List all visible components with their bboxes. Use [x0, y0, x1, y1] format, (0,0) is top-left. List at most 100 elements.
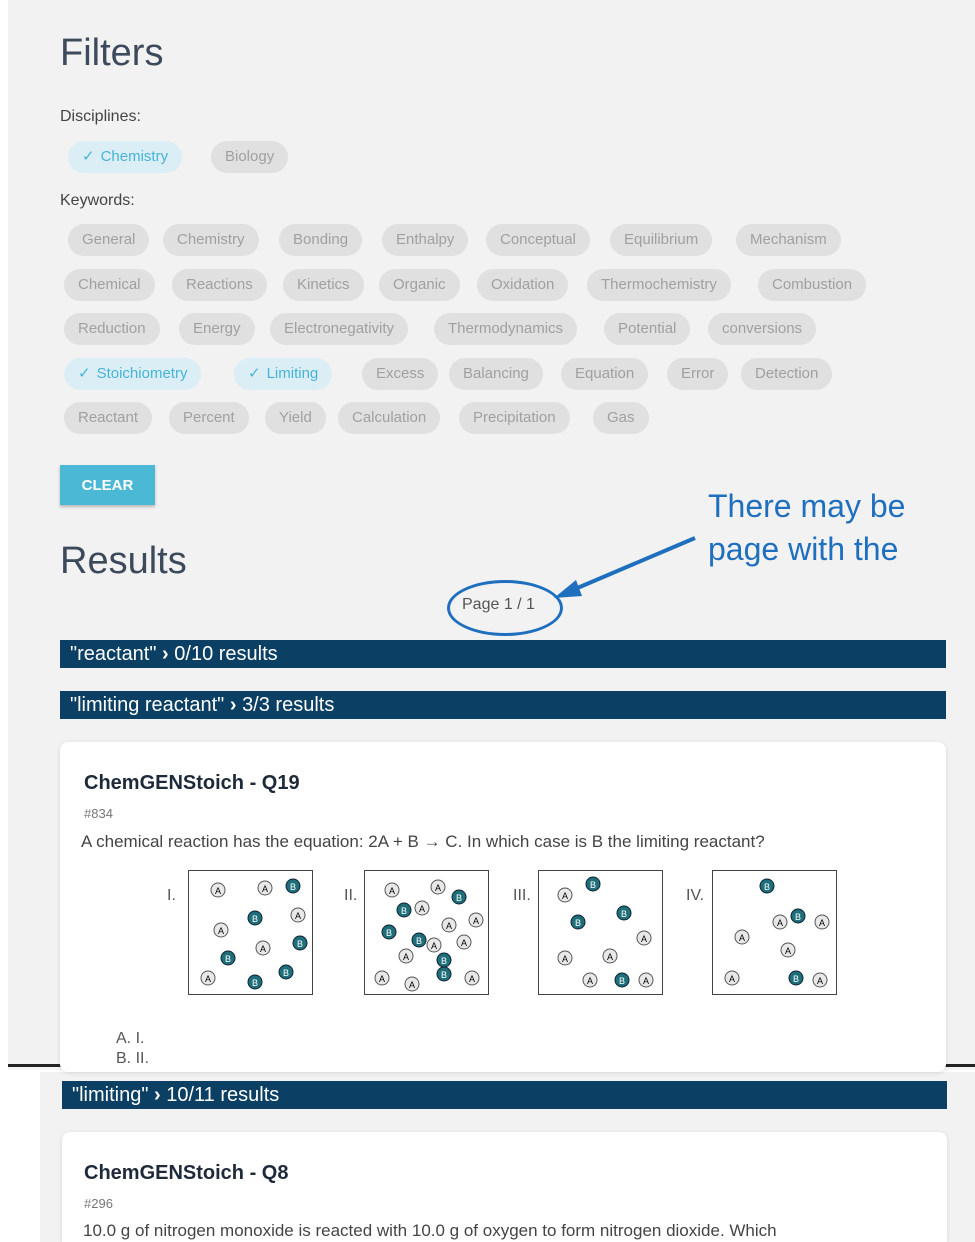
annotation-text: There may be page with the [708, 488, 906, 567]
svg-text:A: A [643, 976, 649, 986]
svg-text:A: A [819, 918, 825, 928]
svg-text:A: A [435, 883, 441, 893]
svg-text:A: A [409, 980, 415, 990]
keyword-chip-energy[interactable]: Energy [179, 313, 255, 345]
discipline-chip-chemistry[interactable]: ✓ Chemistry [68, 141, 183, 173]
svg-text:A: A [739, 933, 745, 943]
keyword-chip-stoichiometry[interactable]: ✓ Stoichiometry [64, 358, 202, 390]
question-text: A chemical reaction has the equation: 2A… [81, 832, 765, 851]
chevron-right-icon: › [229, 694, 237, 716]
svg-text:A: A [205, 974, 211, 984]
svg-text:A: A [295, 911, 301, 921]
figure-label: III. [513, 887, 531, 904]
svg-text:B: B [386, 928, 392, 938]
svg-text:B: B [401, 906, 407, 916]
svg-text:B: B [252, 978, 258, 988]
keyword-chip-equilibrium[interactable]: Equilibrium [610, 224, 713, 256]
figure-label: II. [344, 887, 358, 904]
keyword-chip-kinetics[interactable]: Kinetics [283, 269, 364, 301]
keyword-chip-conceptual[interactable]: Conceptual [486, 224, 590, 256]
check-icon: ✓ [82, 148, 95, 165]
keyword-chip-oxidation[interactable]: Oxidation [477, 269, 569, 301]
question-id: #834 [84, 806, 113, 821]
results-title: Results [60, 540, 187, 582]
svg-text:A: A [562, 891, 568, 901]
svg-text:A: A [260, 944, 266, 954]
result-group-bar[interactable]: "limiting reactant" › 3/3 results [60, 691, 946, 719]
svg-text:A: A [262, 884, 268, 894]
svg-text:A: A [785, 946, 791, 956]
keyword-chip-conversions[interactable]: conversions [708, 313, 817, 345]
annotation-circle [447, 580, 563, 636]
result-group-bar[interactable]: "limiting" › 10/11 results [62, 1081, 947, 1109]
check-icon: ✓ [78, 365, 91, 382]
svg-text:A: A [777, 918, 783, 928]
svg-text:B: B [764, 882, 770, 892]
svg-text:B: B [575, 918, 581, 928]
keyword-chip-mechanism[interactable]: Mechanism [736, 224, 841, 256]
keyword-chip-thermodynamics[interactable]: Thermodynamics [434, 313, 578, 345]
svg-text:B: B [252, 914, 258, 924]
particle-figure-ii: A A B B A A A B B A A A B A A B A [364, 870, 489, 995]
question-title[interactable]: ChemGENStoich - Q8 [84, 1162, 288, 1185]
svg-text:A: A [641, 934, 647, 944]
keyword-chip-yield[interactable]: Yield [265, 402, 326, 434]
keyword-chip-detection[interactable]: Detection [741, 358, 833, 390]
svg-text:A: A [218, 926, 224, 936]
question-title[interactable]: ChemGENStoich - Q19 [84, 772, 300, 795]
keyword-chip-bonding[interactable]: Bonding [279, 224, 363, 256]
svg-text:B: B [441, 970, 447, 980]
keyword-chip-equation[interactable]: Equation [561, 358, 649, 390]
check-icon: ✓ [248, 365, 261, 382]
svg-text:B: B [297, 939, 303, 949]
keywords-label: Keywords: [60, 192, 135, 209]
svg-text:B: B [590, 880, 596, 890]
question-text: 10.0 g of nitrogen monoxide is reacted w… [83, 1221, 777, 1240]
keyword-chip-reduction[interactable]: Reduction [64, 313, 160, 345]
keyword-chip-balancing[interactable]: Balancing [449, 358, 543, 390]
svg-text:A: A [461, 938, 467, 948]
svg-text:B: B [283, 968, 289, 978]
keyword-chip-excess[interactable]: Excess [362, 358, 439, 390]
discipline-chip-biology[interactable]: Biology [211, 141, 289, 173]
svg-text:A: A [473, 916, 479, 926]
keyword-chip-precipitation[interactable]: Precipitation [459, 402, 570, 434]
figure-label: I. [167, 887, 176, 904]
svg-text:A: A [817, 976, 823, 986]
filters-title: Filters [60, 32, 164, 74]
result-group-bar[interactable]: "reactant" › 0/10 results [60, 640, 946, 668]
svg-text:B: B [225, 954, 231, 964]
keyword-chip-reactions[interactable]: Reactions [172, 269, 267, 301]
keyword-chip-organic[interactable]: Organic [379, 269, 460, 301]
keyword-chip-potential[interactable]: Potential [604, 313, 691, 345]
particle-figure-iii: A B B B A A A A B A [538, 870, 663, 995]
svg-text:A: A [587, 976, 593, 986]
keyword-chip-electronegativity[interactable]: Electronegativity [270, 313, 409, 345]
keyword-chip-enthalpy[interactable]: Enthalpy [382, 224, 469, 256]
keyword-chip-gas[interactable]: Gas [593, 402, 649, 434]
keyword-chip-error[interactable]: Error [667, 358, 729, 390]
clear-button[interactable]: CLEAR [60, 465, 155, 505]
keyword-chip-percent[interactable]: Percent [169, 402, 249, 434]
keyword-chip-calculation[interactable]: Calculation [338, 402, 441, 434]
svg-text:B: B [793, 974, 799, 984]
answer-option[interactable]: B. II. [116, 1050, 149, 1063]
answer-option[interactable]: A. I. [116, 1030, 144, 1048]
keyword-chip-limiting[interactable]: ✓ Limiting [234, 358, 333, 390]
svg-text:B: B [619, 976, 625, 986]
svg-text:B: B [456, 893, 462, 903]
keyword-chip-combustion[interactable]: Combustion [758, 269, 867, 301]
svg-text:A: A [389, 886, 395, 896]
question-id: #296 [84, 1196, 113, 1211]
disciplines-label: Disciplines: [60, 108, 141, 125]
keyword-chip-chemistry[interactable]: Chemistry [163, 224, 259, 256]
keyword-chip-reactant[interactable]: Reactant [64, 402, 153, 434]
svg-text:B: B [290, 882, 296, 892]
arrow-icon [554, 536, 696, 598]
keyword-chip-chemical[interactable]: Chemical [64, 269, 155, 301]
keyword-chip-thermochemistry[interactable]: Thermochemistry [587, 269, 731, 301]
keyword-chip-general[interactable]: General [68, 224, 150, 256]
svg-text:A: A [403, 952, 409, 962]
svg-text:B: B [795, 912, 801, 922]
particle-figure-iv: B A B A A A A B A [712, 870, 837, 995]
